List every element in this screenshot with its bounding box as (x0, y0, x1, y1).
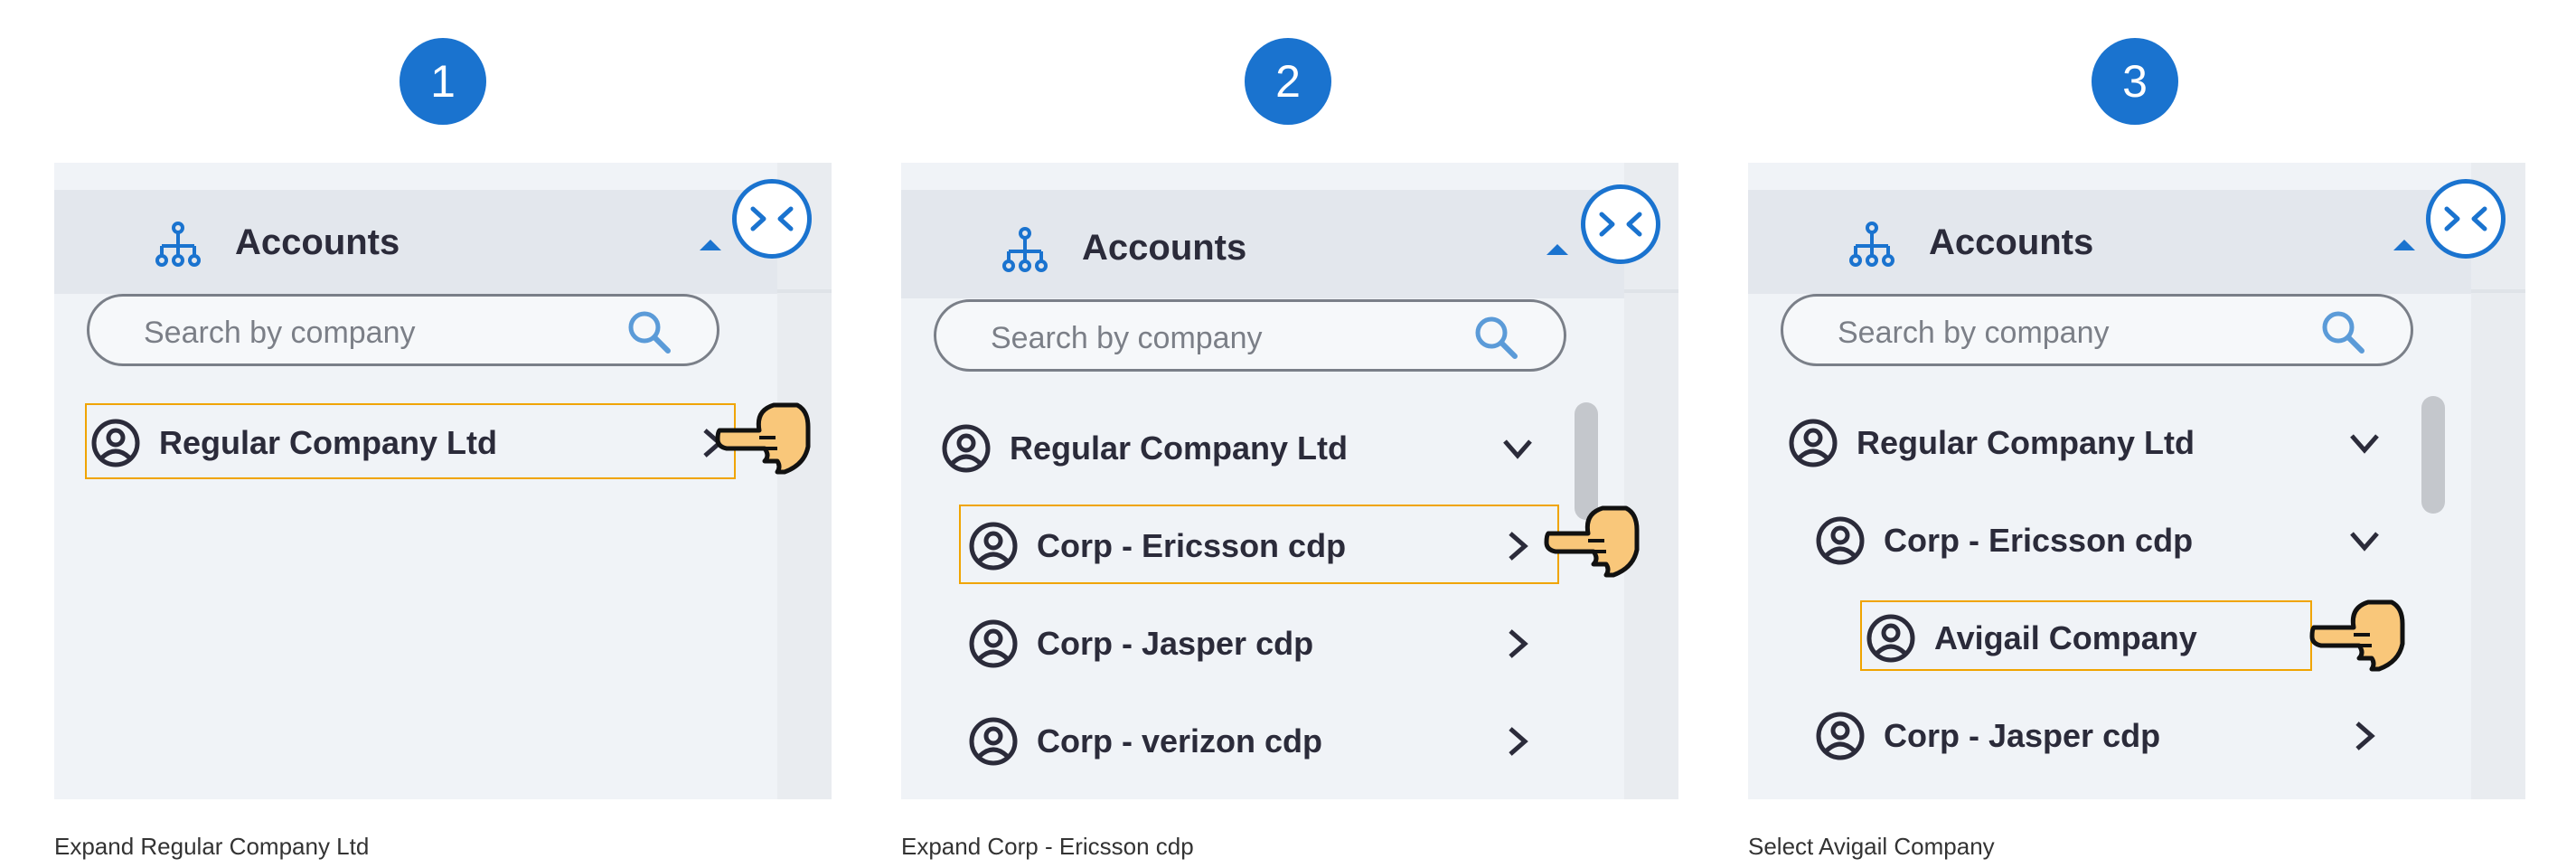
search-placeholder: Search by company (991, 321, 1263, 355)
pointing-hand-icon (1544, 505, 1640, 578)
caret-up-icon[interactable] (700, 240, 721, 250)
tree-item-regular-company[interactable]: Regular Company Ltd (941, 412, 1574, 485)
pointing-hand-icon (715, 402, 811, 475)
pointing-hand-icon (2309, 599, 2405, 672)
person-circle-icon (1816, 516, 1865, 565)
tree-item-label: Corp - Ericsson cdp (1884, 522, 2194, 559)
tree-item-regular-company[interactable]: Regular Company Ltd (1788, 407, 2421, 479)
step-3: 3 Accounts Search by company Regular Com… (1748, 0, 2525, 868)
content-edge (2471, 163, 2525, 799)
highlight-box (1860, 600, 2312, 671)
step-number-badge: 1 (400, 38, 486, 125)
caret-up-icon[interactable] (2393, 240, 2415, 250)
sidebar: Accounts Search by company Regular Compa… (54, 163, 777, 799)
hierarchy-icon (155, 222, 201, 267)
tree-item-label: Regular Company Ltd (1010, 429, 1349, 467)
accounts-header[interactable]: Accounts (1748, 190, 2471, 294)
sidebar: Accounts Search by company Regular Compa… (901, 163, 1624, 799)
chevron-right-icon[interactable] (2348, 720, 2381, 752)
person-circle-icon (969, 717, 1018, 766)
search-input[interactable]: Search by company (87, 294, 719, 366)
tree-item-jasper[interactable]: Corp - Jasper cdp (1815, 700, 2430, 772)
accounts-title: Accounts (1082, 228, 1247, 268)
tree-item-label: Corp - Jasper cdp (1884, 717, 2161, 754)
accounts-panel: Accounts Search by company Regular Compa… (54, 163, 832, 799)
person-circle-icon (942, 424, 991, 473)
step-caption: Expand Corp - Ericsson cdp (901, 833, 1194, 860)
collapse-arrows-icon (750, 206, 794, 231)
tree-item-label: Corp - Jasper cdp (1037, 625, 1314, 662)
search-placeholder: Search by company (144, 316, 416, 350)
tree-item-label: Corp - verizon cdp (1037, 722, 1323, 760)
hierarchy-icon (1002, 227, 1048, 272)
collapse-sidebar-button[interactable] (732, 179, 812, 259)
chevron-down-icon[interactable] (2348, 524, 2381, 557)
highlight-box (85, 403, 736, 479)
step-number-badge: 3 (2092, 38, 2178, 125)
collapse-arrows-icon (2444, 206, 2487, 231)
step-number-badge: 2 (1245, 38, 1331, 125)
person-circle-icon (1789, 419, 1838, 467)
content-edge (777, 163, 832, 799)
collapse-arrows-icon (1599, 212, 1642, 237)
step-caption: Expand Regular Company Ltd (54, 833, 370, 860)
accounts-title: Accounts (235, 222, 400, 262)
collapse-sidebar-button[interactable] (2426, 179, 2505, 259)
accounts-panel: Accounts Search by company Regular Compa… (1748, 163, 2525, 799)
scrollbar[interactable] (2421, 396, 2445, 514)
step-2: 2 Accounts Search by company Regular Com… (901, 0, 1678, 868)
chevron-right-icon[interactable] (1501, 627, 1534, 660)
highlight-box (959, 505, 1559, 584)
accounts-header[interactable]: Accounts (901, 190, 1624, 298)
search-input[interactable]: Search by company (934, 299, 1566, 372)
collapse-sidebar-button[interactable] (1581, 184, 1660, 264)
search-icon[interactable] (625, 307, 673, 356)
search-icon[interactable] (2318, 307, 2367, 356)
chevron-down-icon[interactable] (2348, 427, 2381, 459)
tree-item-verizon[interactable]: Corp - verizon cdp (968, 705, 1583, 778)
chevron-down-icon[interactable] (1501, 432, 1534, 465)
search-placeholder: Search by company (1838, 316, 2110, 350)
tree-item-ericsson[interactable]: Corp - Ericsson cdp (1815, 505, 2430, 577)
search-input[interactable]: Search by company (1781, 294, 2413, 366)
person-circle-icon (969, 619, 1018, 668)
accounts-title: Accounts (1929, 222, 2094, 262)
step-caption: Select Avigail Company (1748, 833, 1995, 860)
caret-up-icon[interactable] (1547, 244, 1568, 255)
search-icon[interactable] (1471, 313, 1520, 362)
step-1: 1 Accounts Search by company Regular Com… (54, 0, 832, 868)
accounts-header[interactable]: Accounts (54, 190, 777, 294)
sidebar: Accounts Search by company Regular Compa… (1748, 163, 2471, 799)
person-circle-icon (1816, 712, 1865, 760)
accounts-panel: Accounts Search by company Regular Compa… (901, 163, 1678, 799)
chevron-right-icon[interactable] (1501, 725, 1534, 758)
tree-item-label: Regular Company Ltd (1857, 424, 2195, 461)
tree-item-jasper[interactable]: Corp - Jasper cdp (968, 608, 1583, 680)
hierarchy-icon (1849, 222, 1894, 267)
